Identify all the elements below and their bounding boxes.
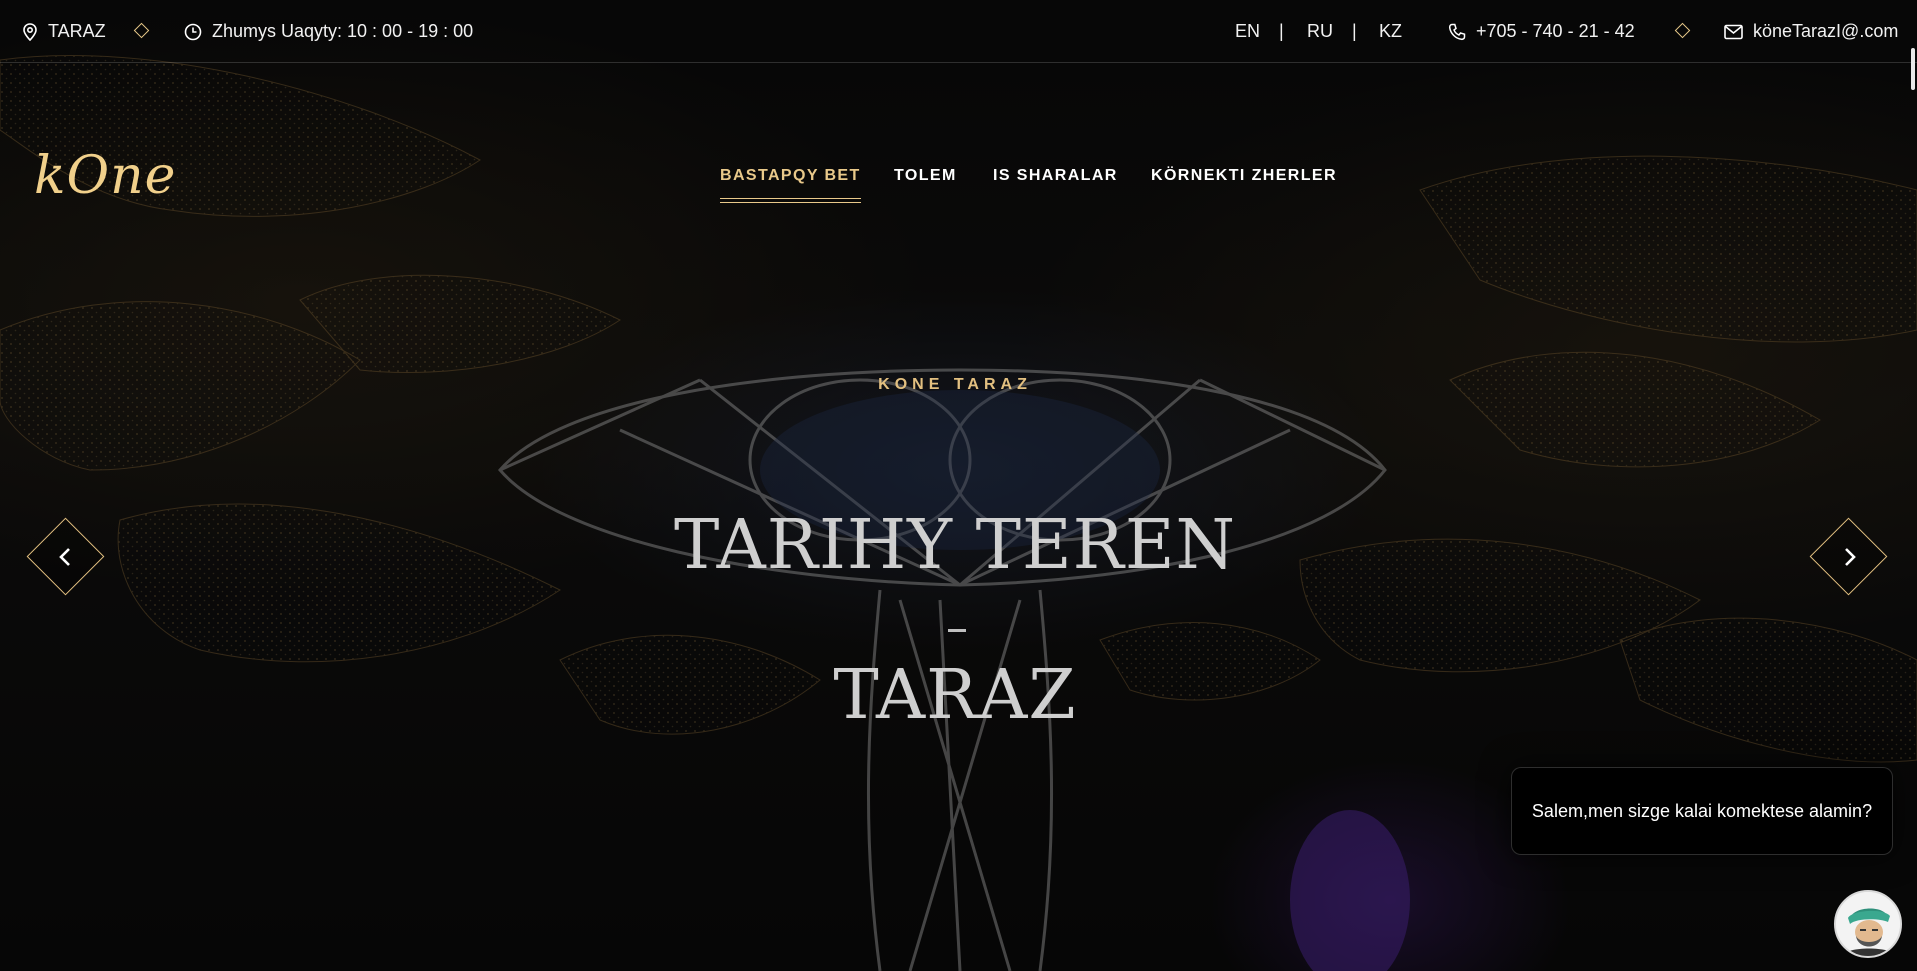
clock-icon <box>184 23 202 40</box>
hero-subtitle: KONE TARAZ <box>878 376 1032 393</box>
diamond-separator <box>133 22 150 39</box>
chevron-right-icon[interactable] <box>1829 537 1869 577</box>
hero-title-dash <box>948 629 966 632</box>
hero-slider: TARAZ Zhumys Uaqyty: 10 : 00 - 19 : 00 E… <box>0 0 1917 971</box>
map-pin-icon <box>23 22 37 41</box>
lang-ru[interactable]: RU <box>1307 0 1333 63</box>
chevron-left-icon[interactable] <box>46 537 86 577</box>
nav-item-kornekti-zherler[interactable]: KÖRNEKTI ZHERLER <box>1151 156 1337 196</box>
active-underline <box>720 202 861 203</box>
scrollbar-thumb[interactable] <box>1911 48 1915 90</box>
phone-icon <box>1448 23 1466 40</box>
hero-title-line1: TARIHY TEREN <box>674 506 1236 585</box>
nav-item-label: TOLEM <box>894 167 957 184</box>
email-text: köneTarazI@.com <box>1753 21 1899 41</box>
assistant-avatar-icon <box>1836 892 1900 956</box>
nav-item-bastapqy-bet[interactable]: BASTAPQY BET <box>720 156 861 203</box>
chat-message: Salem,men sizge kalai komektese alamin? <box>1531 800 1873 821</box>
lang-separator: | <box>1352 21 1357 41</box>
location-info: TARAZ <box>22 0 106 63</box>
nav-item-label: BASTAPQY BET <box>720 167 861 184</box>
hero-title-line2: TARAZ <box>833 656 1077 735</box>
chat-assistant-avatar[interactable] <box>1834 890 1902 958</box>
nav-item-is-sharalar[interactable]: IS SHARALAR <box>993 156 1118 196</box>
active-underline <box>720 198 861 199</box>
mail-icon <box>1724 24 1743 39</box>
nav-item-tolem[interactable]: TOLEM <box>894 156 957 196</box>
top-bar: TARAZ Zhumys Uaqyty: 10 : 00 - 19 : 00 E… <box>0 0 1917 63</box>
lang-separator: | <box>1279 21 1284 41</box>
nav-item-label: KÖRNEKTI ZHERLER <box>1151 167 1337 184</box>
chat-bubble[interactable]: Salem,men sizge kalai komektese alamin? <box>1511 767 1893 855</box>
lang-en[interactable]: EN <box>1235 0 1260 63</box>
site-logo[interactable]: kOne <box>34 146 176 206</box>
email-contact[interactable]: köneTarazI@.com <box>1724 0 1898 63</box>
nav-item-label: IS SHARALAR <box>993 167 1118 184</box>
working-hours: Zhumys Uaqyty: 10 : 00 - 19 : 00 <box>184 0 473 63</box>
working-hours-text: Zhumys Uaqyty: 10 : 00 - 19 : 00 <box>212 21 474 41</box>
lang-kz[interactable]: KZ <box>1379 0 1402 63</box>
diamond-separator <box>1674 22 1691 39</box>
phone-contact[interactable]: +705 - 740 - 21 - 42 <box>1448 0 1635 63</box>
phone-text: +705 - 740 - 21 - 42 <box>1476 21 1635 41</box>
location-text: TARAZ <box>48 21 106 41</box>
